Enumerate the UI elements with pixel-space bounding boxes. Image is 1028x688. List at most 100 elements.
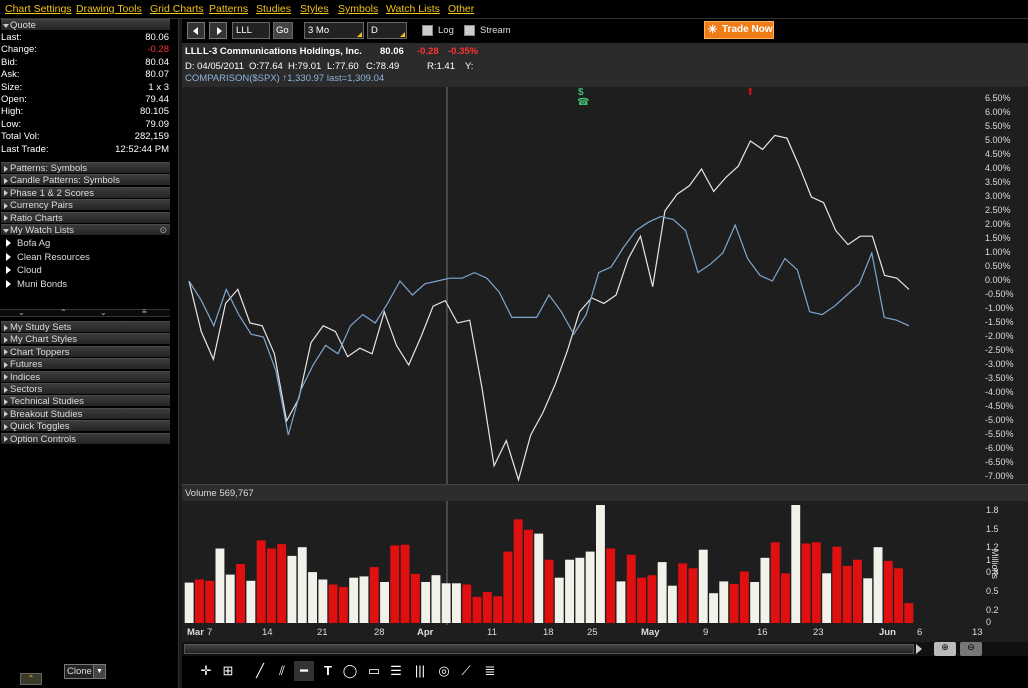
period-select[interactable]: 3 Mo — [304, 22, 364, 39]
volume-bar — [452, 583, 461, 623]
panel-toggle-up-icon[interactable]: ⌃ — [20, 673, 42, 685]
collapse-down-icon[interactable]: ⌄ — [18, 308, 25, 317]
volume-bar — [277, 544, 287, 623]
panel-header[interactable]: Phase 1 & 2 Scores — [1, 186, 170, 199]
menu-patterns[interactable]: Patterns — [209, 3, 248, 15]
header-open: O:77.64 — [249, 61, 283, 72]
panel-header[interactable]: Chart Toppers — [1, 345, 170, 358]
volume-bar — [853, 559, 862, 623]
fibonacci-arc-icon[interactable]: ◎ — [434, 661, 454, 681]
menu-other[interactable]: Other — [448, 3, 474, 15]
clone-button[interactable]: Clone ▼ — [64, 664, 106, 679]
menu-grid-charts[interactable]: Grid Charts — [150, 3, 204, 15]
header-y: Y: — [465, 61, 474, 72]
watchlist-item[interactable]: Cloud — [5, 265, 42, 276]
parallel-lines-icon[interactable]: ⫽ — [272, 661, 292, 681]
volume-bar — [791, 505, 801, 623]
watchlist-item[interactable]: Bofa Ag — [5, 238, 50, 249]
menu-chart-settings[interactable]: Chart Settings — [5, 3, 72, 15]
watchlist-item[interactable]: Clean Resources — [5, 252, 90, 263]
interval-dropdown-icon — [400, 32, 405, 37]
trade-now-button[interactable]: ✳ Trade Now — [704, 21, 774, 39]
watchlists-options-icon[interactable]: ⊙ — [159, 225, 167, 236]
volume-bar — [678, 563, 688, 623]
watchlists-header[interactable]: My Watch Lists ⊙ — [1, 224, 170, 236]
forward-button[interactable] — [209, 22, 227, 39]
volume-bar — [863, 578, 873, 623]
crosshair-tool-icon[interactable]: ✛ — [196, 661, 216, 681]
ellipse-tool-icon[interactable]: ◯ — [340, 661, 360, 681]
quote-panel-header[interactable]: Quote — [1, 19, 170, 31]
menu-drawing-tools[interactable]: Drawing Tools — [76, 3, 142, 15]
expand-icon[interactable]: ≡ — [142, 307, 147, 316]
panel-header[interactable]: My Chart Styles — [1, 333, 170, 345]
move-down-icon[interactable]: ⌄ — [100, 308, 107, 317]
y-tick-label: 6.00% — [985, 107, 1011, 117]
watchlist-item[interactable]: Muni Bonds — [5, 279, 67, 290]
fibonacci-retracement-icon[interactable]: ☰ — [386, 661, 406, 681]
menu-bar: Chart Settings Drawing Tools Grid Charts Pa… — [0, 0, 1028, 19]
panel-header[interactable]: Futures — [1, 358, 170, 370]
volume-bar — [667, 585, 677, 623]
chart-scrollbar[interactable]: ⊕ ⊖ — [182, 642, 1028, 656]
panel-resize-bar[interactable]: ⌄ ⌃ ⌄ ≡ — [0, 307, 170, 317]
text-tool-icon[interactable]: T — [318, 661, 338, 681]
volume-bar — [729, 583, 739, 623]
panel-header[interactable]: Patterns: Symbols — [1, 162, 170, 174]
earnings-call-icon[interactable]: ☎ — [577, 97, 589, 108]
volume-tick-label: 0.8 — [986, 567, 999, 578]
menu-watch-lists[interactable]: Watch Lists — [386, 3, 440, 15]
y-tick-label: 5.00% — [985, 135, 1011, 145]
panel-header[interactable]: Currency Pairs — [1, 199, 170, 211]
menu-studies[interactable]: Studies — [256, 3, 291, 15]
clone-dropdown-icon[interactable]: ▼ — [93, 665, 105, 678]
symbol-input[interactable]: LLL — [232, 22, 270, 39]
log-checkbox[interactable] — [422, 25, 433, 36]
panel-header[interactable]: Indices — [1, 370, 170, 383]
menu-styles[interactable]: Styles — [300, 3, 329, 15]
panel-header[interactable]: Option Controls — [1, 432, 170, 445]
cycle-lines-icon[interactable]: ||| — [410, 661, 430, 681]
move-up-icon[interactable]: ⌃ — [60, 308, 67, 317]
line-tool-icon[interactable]: ╱ — [250, 661, 270, 681]
back-button[interactable] — [187, 22, 205, 39]
quote-row: Ask: 80.07 — [1, 69, 169, 81]
volume-bar — [482, 591, 492, 623]
price-chart[interactable]: $ ☎ ⬆ — [182, 87, 982, 484]
panel-header[interactable]: Sectors — [1, 383, 170, 395]
scroll-right-icon[interactable] — [916, 644, 922, 654]
select-tool-icon[interactable]: ⊞ — [218, 661, 238, 681]
volume-bar — [801, 543, 811, 623]
volume-bar — [338, 587, 348, 623]
volume-bar — [770, 542, 780, 623]
go-button[interactable]: Go — [273, 22, 293, 39]
volume-bar — [462, 584, 472, 623]
trade-now-label: Trade Now — [722, 24, 773, 35]
volume-chart[interactable] — [182, 501, 982, 625]
panel-header[interactable]: My Study Sets — [1, 321, 170, 333]
series-line-0 — [188, 134, 910, 482]
volume-bar — [904, 603, 914, 623]
split-marker-icon[interactable]: ⬆ — [746, 87, 754, 98]
volume-bar — [534, 533, 544, 623]
stream-checkbox[interactable] — [464, 25, 475, 36]
volume-header: Volume 569,767 — [182, 484, 1028, 501]
speed-lines-icon[interactable]: ≣ — [480, 661, 500, 681]
y-tick-label: -3.50% — [985, 373, 1014, 383]
panel-header[interactable]: Breakout Studies — [1, 407, 170, 420]
zoom-in-icon[interactable]: ⊕ — [934, 642, 956, 656]
rectangle-tool-icon[interactable]: ▭ — [364, 661, 384, 681]
interval-select[interactable]: D — [367, 22, 407, 39]
horizontal-line-icon[interactable]: ━ — [294, 661, 314, 681]
gann-fan-icon[interactable]: ⟋ — [456, 661, 476, 681]
chart-header: LLL L-3 Communications Holdings, Inc. 80… — [182, 43, 1028, 87]
panel-header[interactable]: Quick Toggles — [1, 420, 170, 432]
panel-header[interactable]: Ratio Charts — [1, 211, 170, 224]
menu-symbols[interactable]: Symbols — [338, 3, 378, 15]
volume-bar — [400, 544, 410, 623]
y-tick-label: 2.00% — [985, 219, 1011, 229]
panel-header[interactable]: Technical Studies — [1, 395, 170, 407]
zoom-out-icon[interactable]: ⊖ — [960, 642, 982, 656]
scrollbar-thumb[interactable] — [184, 644, 914, 654]
panel-header[interactable]: Candle Patterns: Symbols — [1, 174, 170, 186]
